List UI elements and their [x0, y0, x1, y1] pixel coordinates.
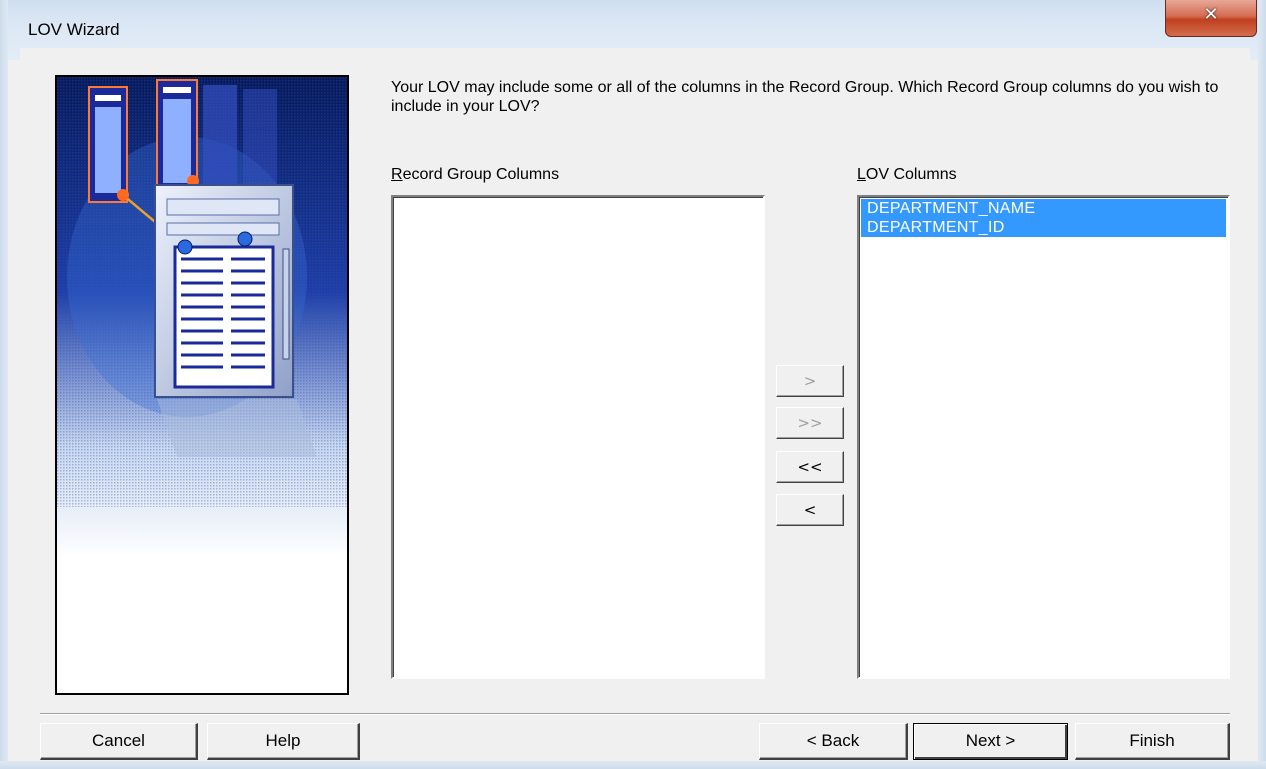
lov-wizard-window: LOV Wizard ✕ Your LOV may include some o…	[0, 0, 1266, 769]
footer-separator	[40, 713, 1230, 715]
close-button[interactable]: ✕	[1165, 0, 1257, 37]
window-title: LOV Wizard	[28, 20, 120, 39]
next-button[interactable]: Next >	[913, 723, 1068, 760]
close-icon: ✕	[1203, 4, 1219, 25]
mnemonic-r: R	[391, 166, 403, 183]
back-button[interactable]: < Back	[759, 723, 908, 760]
lov-columns-list[interactable]: DEPARTMENT_NAME DEPARTMENT_ID	[857, 195, 1230, 679]
window-frame-right	[1258, 0, 1266, 769]
lov-columns-label: LOV Columns	[857, 166, 957, 184]
cancel-button[interactable]: Cancel	[40, 723, 198, 760]
window-frame-bottom	[0, 761, 1266, 769]
help-button[interactable]: Help	[207, 723, 360, 760]
remove-one-button[interactable]: <	[776, 494, 844, 526]
list-item-department-name[interactable]: DEPARTMENT_NAME	[861, 199, 1226, 218]
record-group-columns-list[interactable]	[391, 195, 765, 679]
add-all-button[interactable]: >>	[776, 407, 844, 439]
remove-all-button[interactable]: <<	[776, 451, 844, 483]
window-frame-left	[0, 0, 8, 769]
finish-button[interactable]: Finish	[1075, 723, 1230, 760]
mnemonic-l: L	[857, 166, 866, 183]
record-group-columns-label-text: ecord Group Columns	[402, 166, 560, 183]
instruction-text: Your LOV may include some or all of the …	[391, 79, 1219, 115]
record-group-columns-label: Record Group Columns	[391, 166, 559, 184]
lov-columns-label-text: OV Columns	[865, 166, 957, 183]
list-item-department-id[interactable]: DEPARTMENT_ID	[861, 218, 1226, 237]
wizard-illustration	[55, 75, 349, 695]
add-one-button[interactable]: >	[776, 365, 844, 397]
wizard-illustration-graphic	[57, 77, 347, 693]
